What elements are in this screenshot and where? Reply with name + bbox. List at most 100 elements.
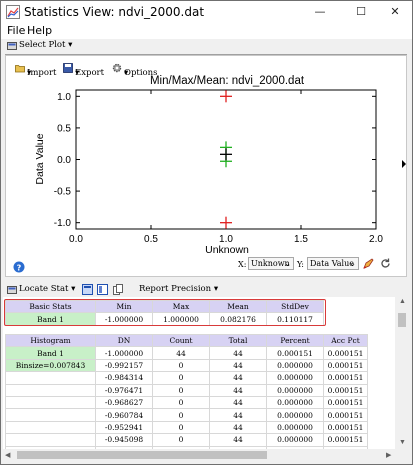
table-cell: -0.992157	[95, 358, 153, 373]
table-row: Band 1 -1.000000 44 44 0.000151 0.000151	[5, 346, 368, 360]
table-cell: 0	[152, 395, 210, 410]
table-cell: -0.945098	[95, 433, 153, 447]
select-plot-menu[interactable]: Select Plot ▾	[19, 40, 72, 50]
table-row: -0.952941 0 44 0.000000 0.000151	[5, 420, 368, 435]
layout-grid-icon[interactable]	[82, 284, 93, 295]
histogram-label-cell	[5, 433, 96, 447]
copy-icon[interactable]	[113, 284, 124, 295]
table-cell: 44	[209, 395, 267, 410]
table-cell: -0.952941	[95, 420, 153, 435]
menu-help[interactable]: Help	[27, 24, 52, 37]
window-title: Statistics View: ndvi_2000.dat	[24, 5, 205, 19]
selection-highlight	[4, 299, 326, 326]
histogram-label-cell	[5, 408, 96, 422]
locate-stat-menu[interactable]: Locate Stat ▾	[19, 284, 75, 294]
plus-marker	[220, 216, 232, 229]
select-plot-icon	[7, 42, 17, 50]
chevron-down-icon: ▾	[68, 40, 73, 50]
y-tick-label: 1.0	[57, 92, 71, 103]
histogram-band-label[interactable]: Band 1	[5, 346, 96, 360]
svg-text:?: ?	[17, 264, 22, 273]
panel-expand-arrow-icon[interactable]	[402, 160, 406, 168]
plus-marker	[220, 90, 232, 103]
histogram-label-cell	[5, 420, 96, 435]
maximize-button[interactable]: ☐	[344, 1, 378, 23]
histogram-header-cell: Count	[152, 333, 210, 348]
refresh-icon[interactable]	[380, 258, 391, 269]
statistics-window: Statistics View: ndvi_2000.dat — ☐ ✕ Fil…	[0, 0, 413, 465]
table-cell: 0	[152, 371, 210, 385]
min-max-mean-plot[interactable]: Min/Max/Mean: ndvi_2000.dat 0.0 0.5 1.0 1.5…	[6, 56, 406, 276]
table-cell: 0.000000	[266, 420, 324, 435]
table-cell: 44	[152, 346, 210, 360]
minimize-button[interactable]: —	[303, 1, 337, 23]
x-axis-dropdown[interactable]: Unknown ⌄	[248, 257, 294, 270]
histogram-label-cell	[5, 383, 96, 397]
table-cell: 0.000000	[266, 371, 324, 385]
table-cell: 0.000000	[266, 433, 324, 447]
y-axis-dropdown[interactable]: Data Value ⌄	[307, 257, 359, 270]
table-cell: 0.000151	[323, 420, 368, 435]
report-precision-menu[interactable]: Report Precision ▾	[139, 284, 218, 294]
vertical-scroll-thumb[interactable]	[398, 313, 406, 327]
chevron-down-icon: ⌄	[349, 259, 356, 268]
table-cell: -0.976471	[95, 383, 153, 397]
x-tick-label: 2.0	[369, 234, 383, 245]
table-cell: 0	[152, 358, 210, 373]
chevron-down-icon: ▾	[71, 284, 76, 294]
table-row: -0.945098 0 44 0.000000 0.000151	[5, 433, 368, 447]
table-cell: -0.968627	[95, 395, 153, 410]
locate-stat-icon	[7, 286, 17, 294]
y-axis-dropdown-value: Data Value	[310, 259, 354, 268]
table-cell: 0.000151	[266, 346, 324, 360]
close-button[interactable]: ✕	[378, 1, 412, 23]
scroll-up-icon[interactable]: ▲	[399, 298, 406, 305]
table-cell: 0.000000	[266, 395, 324, 410]
scroll-down-icon[interactable]: ▼	[399, 439, 406, 446]
table-row: Binsize=0.007843 -0.992157 0 44 0.000000 0.00…	[5, 358, 368, 373]
horizontal-scroll-thumb[interactable]	[17, 451, 267, 459]
histogram-binsize-label[interactable]: Binsize=0.007843	[5, 358, 96, 373]
table-row: -0.968627 0 44 0.000000 0.000151	[5, 395, 368, 410]
table-cell: 0	[152, 383, 210, 397]
table-cell: 0.000151	[323, 346, 368, 360]
table-cell: -0.960784	[95, 408, 153, 422]
table-cell: 44	[209, 408, 267, 422]
title-bar: Statistics View: ndvi_2000.dat — ☐ ✕	[1, 1, 412, 23]
scroll-left-icon[interactable]: ◀	[5, 451, 10, 459]
table-cell: 0.000151	[323, 408, 368, 422]
x-axis-selector-label: X:	[238, 260, 247, 269]
vertical-scrollbar[interactable]: ▲ ▼	[396, 297, 408, 449]
histogram-header-row: Histogram DN Count Total Percent Acc Pct	[5, 333, 368, 348]
table-cell: 0.000151	[323, 395, 368, 410]
menu-file[interactable]: File	[7, 24, 25, 37]
table-cell: 44	[209, 346, 267, 360]
table-cell: 0	[152, 420, 210, 435]
plus-marker	[220, 148, 232, 161]
x-tick-label: 1.5	[294, 234, 308, 245]
y-tick-label: -1.0	[54, 218, 72, 229]
color-pencil-icon[interactable]	[363, 258, 374, 269]
plot-panel: Import ▾ Export ▾ Options ▾ Min/Max/Mean…	[5, 55, 407, 277]
table-cell: 0.000000	[266, 383, 324, 397]
plot-title: Min/Max/Mean: ndvi_2000.dat	[150, 75, 305, 87]
table-cell: 0.000000	[266, 358, 324, 373]
y-axis-selector-label: Y:	[297, 260, 304, 269]
y-tick-label: 0.0	[57, 155, 71, 166]
table-row: -0.984314 0 44 0.000000 0.000151	[5, 371, 368, 385]
chevron-down-icon: ⌄	[284, 259, 291, 268]
histogram-header-cell: Acc Pct	[323, 333, 368, 348]
table-row: -0.960784 0 44 0.000000 0.000151	[5, 408, 368, 422]
histogram-label-cell	[5, 395, 96, 410]
table-cell: 0.000151	[323, 383, 368, 397]
help-icon[interactable]: ?	[13, 261, 25, 273]
x-tick-label: 0.5	[144, 234, 158, 245]
table-cell: 0.000151	[323, 371, 368, 385]
horizontal-scrollbar[interactable]: ◀ ▶	[3, 449, 396, 461]
histogram-table: Histogram DN Count Total Percent Acc Pct Band …	[5, 333, 368, 449]
layout-columns-icon[interactable]	[97, 284, 108, 295]
histogram-header-cell: DN	[95, 333, 153, 348]
table-cell: 44	[209, 420, 267, 435]
chevron-down-icon: ▾	[213, 284, 219, 294]
scroll-right-icon[interactable]: ▶	[386, 451, 391, 459]
